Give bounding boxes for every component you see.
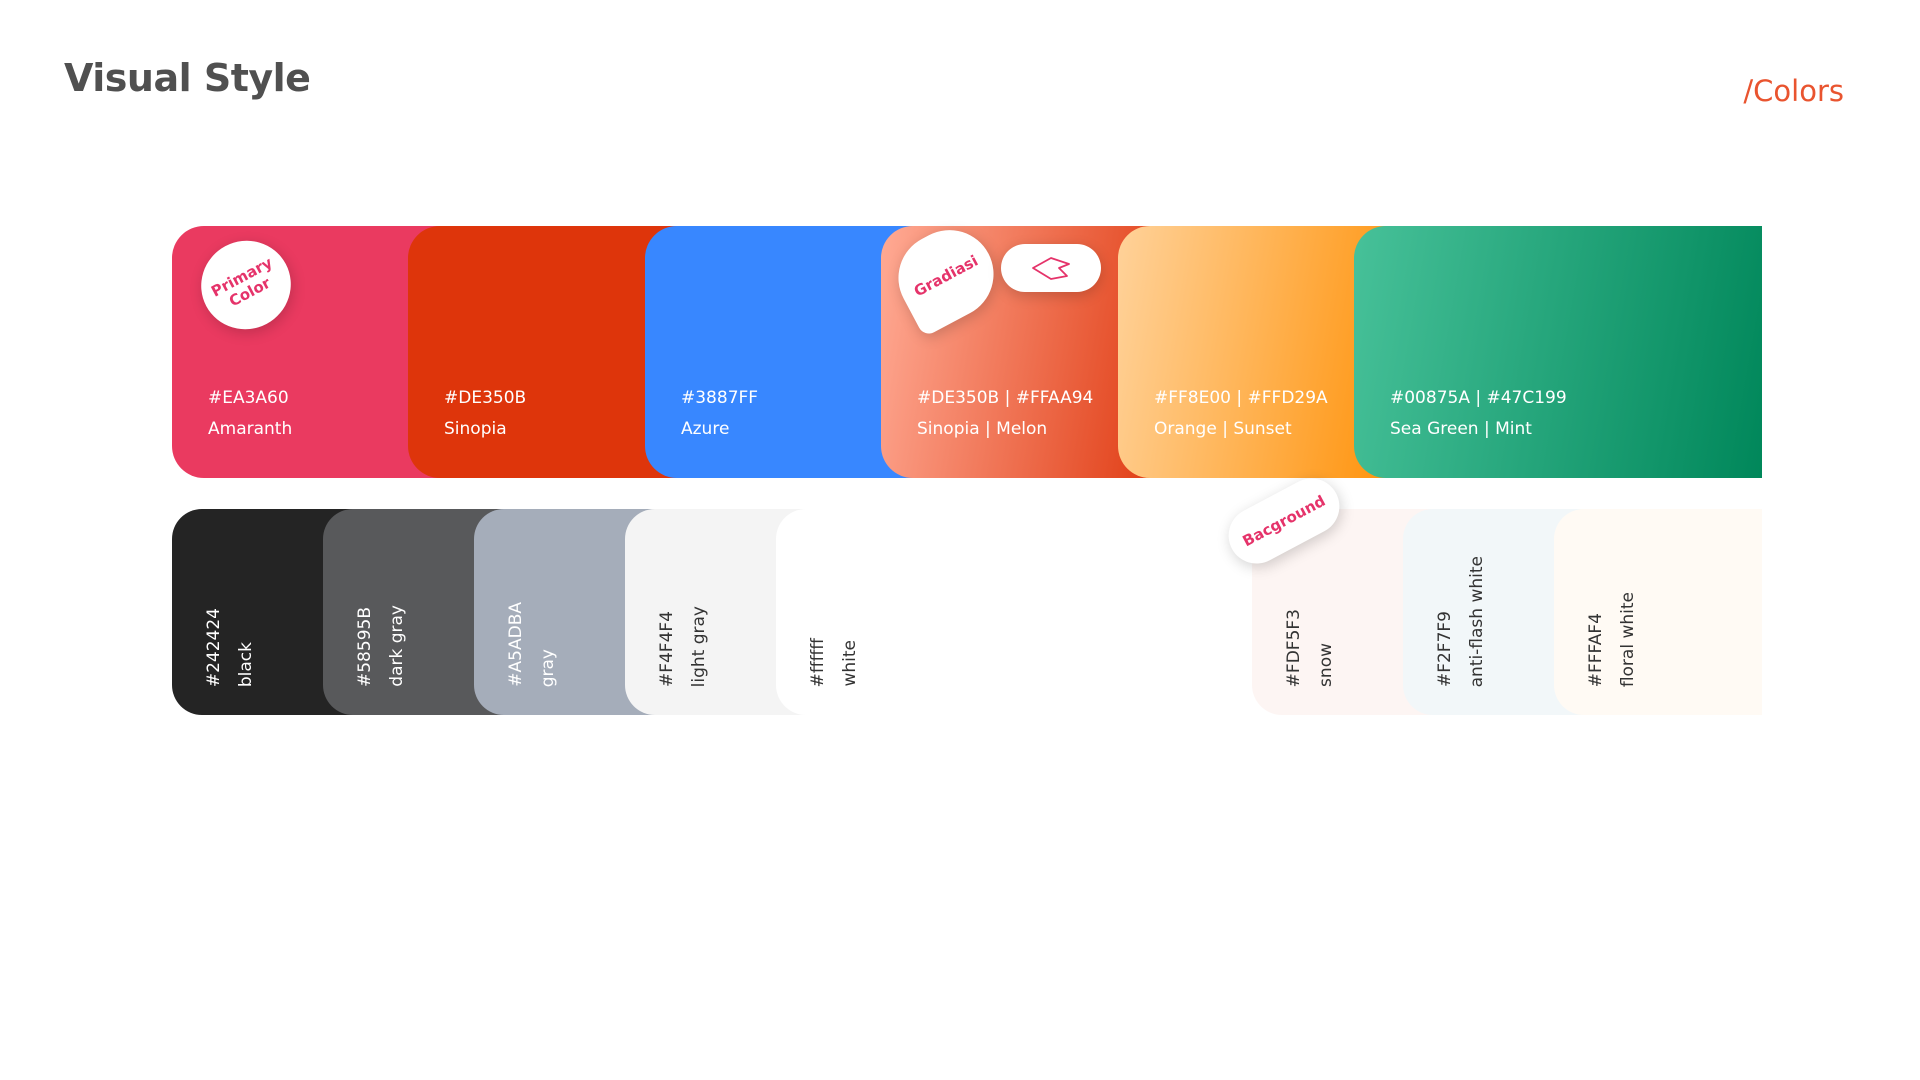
primary-color-badge-label: Primary Color [208,253,276,311]
tile-name: anti-flash white [1467,555,1487,687]
swatch-hex: #EA3A60 [208,388,289,408]
swatch-name: Sinopia [444,419,507,439]
swatch-name: Sea Green | Mint [1390,419,1532,439]
gradient-badge-label: Gradiasi [910,251,982,301]
swatch-hex: #DE350B | #FFAA94 [917,388,1094,408]
tile-name: white [840,640,860,687]
tile-white: #ffffff white [776,509,946,715]
tile-floral-white: #FFFAF4 floral white [1554,509,1762,715]
swatch-hex: #00875A | #47C199 [1390,388,1567,408]
swatch-hex: #3887FF [681,388,759,408]
tile-name: black [236,641,256,687]
swatch-name: Sinopia | Melon [917,419,1048,439]
tile-hex: #F4F4F4 [657,610,677,687]
swatch-hex: #DE350B [444,388,527,408]
tile-hex: #F2F7F9 [1435,610,1455,687]
tile-name: floral white [1618,591,1638,687]
tile-name: gray [538,648,558,687]
tile-name: snow [1316,643,1336,687]
tile-hex: #FDF5F3 [1284,608,1304,687]
page-title: Visual Style [64,56,311,100]
neutral-colors-row: #242424 black #58595B dark gray #A5ADBA … [172,509,1762,715]
tile-hex: #58595B [355,607,375,687]
swatch-name: Azure [681,419,730,439]
swatch-name: Orange | Sunset [1154,419,1292,439]
tile-hex: #A5ADBA [506,602,526,687]
section-label: /Colors [1743,74,1844,108]
swatch-hex: #FF8E00 | #FFD29A [1154,388,1328,408]
tile-name: dark gray [387,605,407,687]
gradient-direction-pill [1001,244,1101,292]
tile-hex: #ffffff [808,637,828,687]
swatch-seagreen-mint: #00875A | #47C199 Sea Green | Mint [1354,226,1762,478]
tile-name: light gray [689,605,709,687]
tile-hex: #FFFAF4 [1586,612,1606,687]
gradient-direction-icon [1032,257,1070,280]
swatch-name: Amaranth [208,419,293,439]
tile-hex: #242424 [204,607,224,687]
